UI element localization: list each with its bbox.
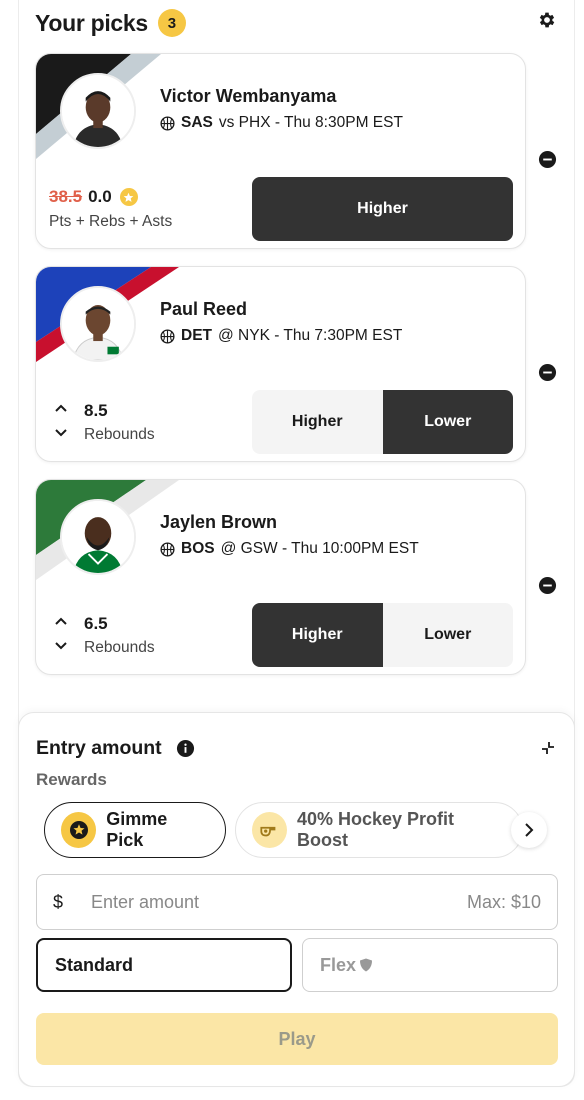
discounted-line: 0.0 — [88, 187, 112, 206]
team-abbr: BOS — [181, 540, 215, 557]
chevron-right-icon — [525, 823, 534, 837]
reward-hockey-boost[interactable]: 40% Hockey Profit Boost — [235, 802, 523, 858]
standard-mode-button[interactable]: Standard — [36, 938, 292, 992]
stat-type: Pts + Rebs + Asts — [49, 213, 173, 230]
team-abbr: DET — [181, 327, 212, 344]
player-name: Paul Reed — [160, 299, 248, 319]
picks-count-badge: 3 — [157, 9, 186, 37]
rewards-list: Gimme Pick 40% Hockey Profit Boost — [44, 802, 523, 858]
pick-direction-group: Higher Lower — [252, 603, 513, 667]
pick-card-reed: Paul Reed DET @ NYK - Thu 7:30PM EST 8.5… — [35, 266, 526, 462]
basketball-icon — [160, 115, 175, 131]
collapse-icon[interactable] — [540, 740, 556, 756]
line-row: 38.5 0.0 — [49, 187, 138, 207]
stat-type: Rebounds — [84, 426, 155, 443]
game-info: DET @ NYK - Thu 7:30PM EST — [160, 327, 402, 345]
flex-mode-label: Flex — [320, 954, 357, 975]
line-adjust-arrows[interactable] — [54, 616, 68, 656]
pick-direction-group: Higher Lower — [252, 390, 513, 454]
game-info: BOS @ GSW - Thu 10:00PM EST — [160, 540, 419, 558]
entry-amount-panel: Entry amount Rewards Gimme Pick 40% Hock… — [18, 712, 575, 1087]
player-avatar — [60, 73, 136, 149]
remove-pick-icon[interactable] — [538, 576, 557, 595]
player-name: Jaylen Brown — [160, 512, 278, 532]
whistle-icon — [252, 812, 287, 848]
rewards-next-button[interactable] — [511, 812, 547, 848]
rewards-label: Rewards — [36, 770, 107, 789]
entry-amount-field[interactable]: $ Max: $10 — [36, 874, 558, 930]
matchup-text: vs PHX - Thu 8:30PM EST — [218, 114, 403, 131]
pick-card-brown: Jaylen Brown BOS @ GSW - Thu 10:00PM EST… — [35, 479, 526, 675]
matchup-text: @ NYK - Thu 7:30PM EST — [218, 327, 403, 344]
currency-symbol: $ — [53, 891, 64, 912]
reward-label: Gimme Pick — [106, 809, 168, 850]
basketball-icon — [160, 328, 175, 344]
play-button[interactable]: Play — [36, 1013, 558, 1065]
stat-type: Rebounds — [84, 639, 155, 656]
player-avatar — [60, 499, 136, 575]
info-icon[interactable] — [176, 739, 195, 758]
game-info: SAS vs PHX - Thu 8:30PM EST — [160, 114, 403, 132]
line-value: 6.5 — [84, 614, 108, 633]
lower-button[interactable]: Lower — [382, 603, 513, 667]
flex-mode-button[interactable]: Flex — [302, 938, 558, 992]
shield-icon — [360, 958, 373, 972]
page-title: Your picks — [35, 9, 148, 36]
line-value: 8.5 — [84, 401, 108, 420]
player-name: Victor Wembanyama — [160, 86, 337, 106]
standard-mode-label: Standard — [55, 954, 134, 975]
amount-input[interactable] — [91, 891, 467, 913]
remove-pick-icon[interactable] — [538, 150, 557, 169]
entry-amount-title: Entry amount — [36, 737, 162, 759]
remove-pick-icon[interactable] — [538, 363, 557, 382]
higher-button[interactable]: Higher — [252, 390, 383, 454]
line-adjust-arrows[interactable] — [54, 403, 68, 443]
higher-button[interactable]: Higher — [252, 603, 383, 667]
basketball-icon — [160, 541, 175, 557]
matchup-text: @ GSW - Thu 10:00PM EST — [220, 540, 419, 557]
original-line: 38.5 — [49, 187, 83, 206]
lower-button[interactable]: Lower — [382, 390, 513, 454]
star-badge-icon — [61, 812, 97, 848]
max-amount-label: Max: $10 — [466, 891, 541, 912]
player-avatar — [60, 286, 136, 362]
reward-label: 40% Hockey Profit Boost — [296, 809, 455, 850]
higher-button[interactable]: Higher — [252, 177, 513, 241]
gear-icon[interactable] — [537, 10, 557, 30]
pick-card-wembanyama: Victor Wembanyama SAS vs PHX - Thu 8:30P… — [35, 53, 526, 249]
reward-gimme-pick[interactable]: Gimme Pick — [44, 802, 226, 858]
picks-header: Your picks 3 — [35, 6, 560, 40]
star-badge-icon — [119, 188, 138, 206]
pick-direction-group: Higher — [252, 177, 513, 241]
team-abbr: SAS — [181, 114, 213, 131]
